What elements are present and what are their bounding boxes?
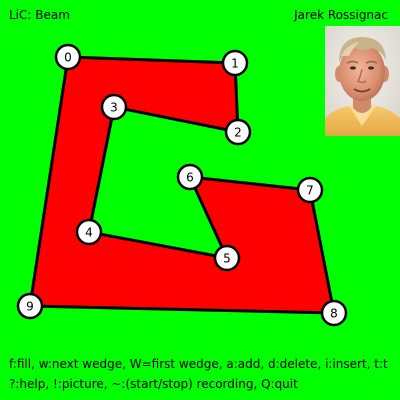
vertex-label: 3 (110, 101, 118, 115)
vertex-5[interactable]: 5 (213, 244, 241, 272)
polygon-drawing[interactable]: 0 1 2 3 4 5 6 7 8 9 (0, 0, 400, 400)
help-line-1: f:fill, w:next wedge, W=first wedge, a:a… (9, 357, 388, 371)
vertex-label: 4 (85, 226, 93, 240)
help-line-2: ?:help, !:picture, ~:(start/stop) record… (9, 377, 298, 391)
vertex-label: 9 (26, 300, 34, 314)
vertex-label: 5 (223, 252, 231, 266)
vertex-8[interactable]: 8 (320, 299, 348, 327)
vertex-3[interactable]: 3 (100, 93, 128, 121)
vertex-7[interactable]: 7 (296, 176, 324, 204)
vertex-label: 8 (330, 307, 338, 321)
vertex-4[interactable]: 4 (75, 218, 103, 246)
vertex-label: 0 (64, 51, 72, 65)
vertex-6[interactable]: 6 (176, 163, 204, 191)
vertex-label: 7 (306, 184, 314, 198)
app-canvas[interactable]: LiC: Beam Jarek Rossignac 0 1 2 3 4 5 6 … (0, 0, 400, 400)
vertex-9[interactable]: 9 (16, 292, 44, 320)
vertex-2[interactable]: 2 (224, 118, 252, 146)
vertex-label: 2 (234, 126, 242, 140)
vertex-0[interactable]: 0 (54, 43, 82, 71)
vertex-1[interactable]: 1 (221, 49, 249, 77)
vertex-label: 1 (231, 57, 239, 71)
vertex-label: 6 (186, 171, 194, 185)
